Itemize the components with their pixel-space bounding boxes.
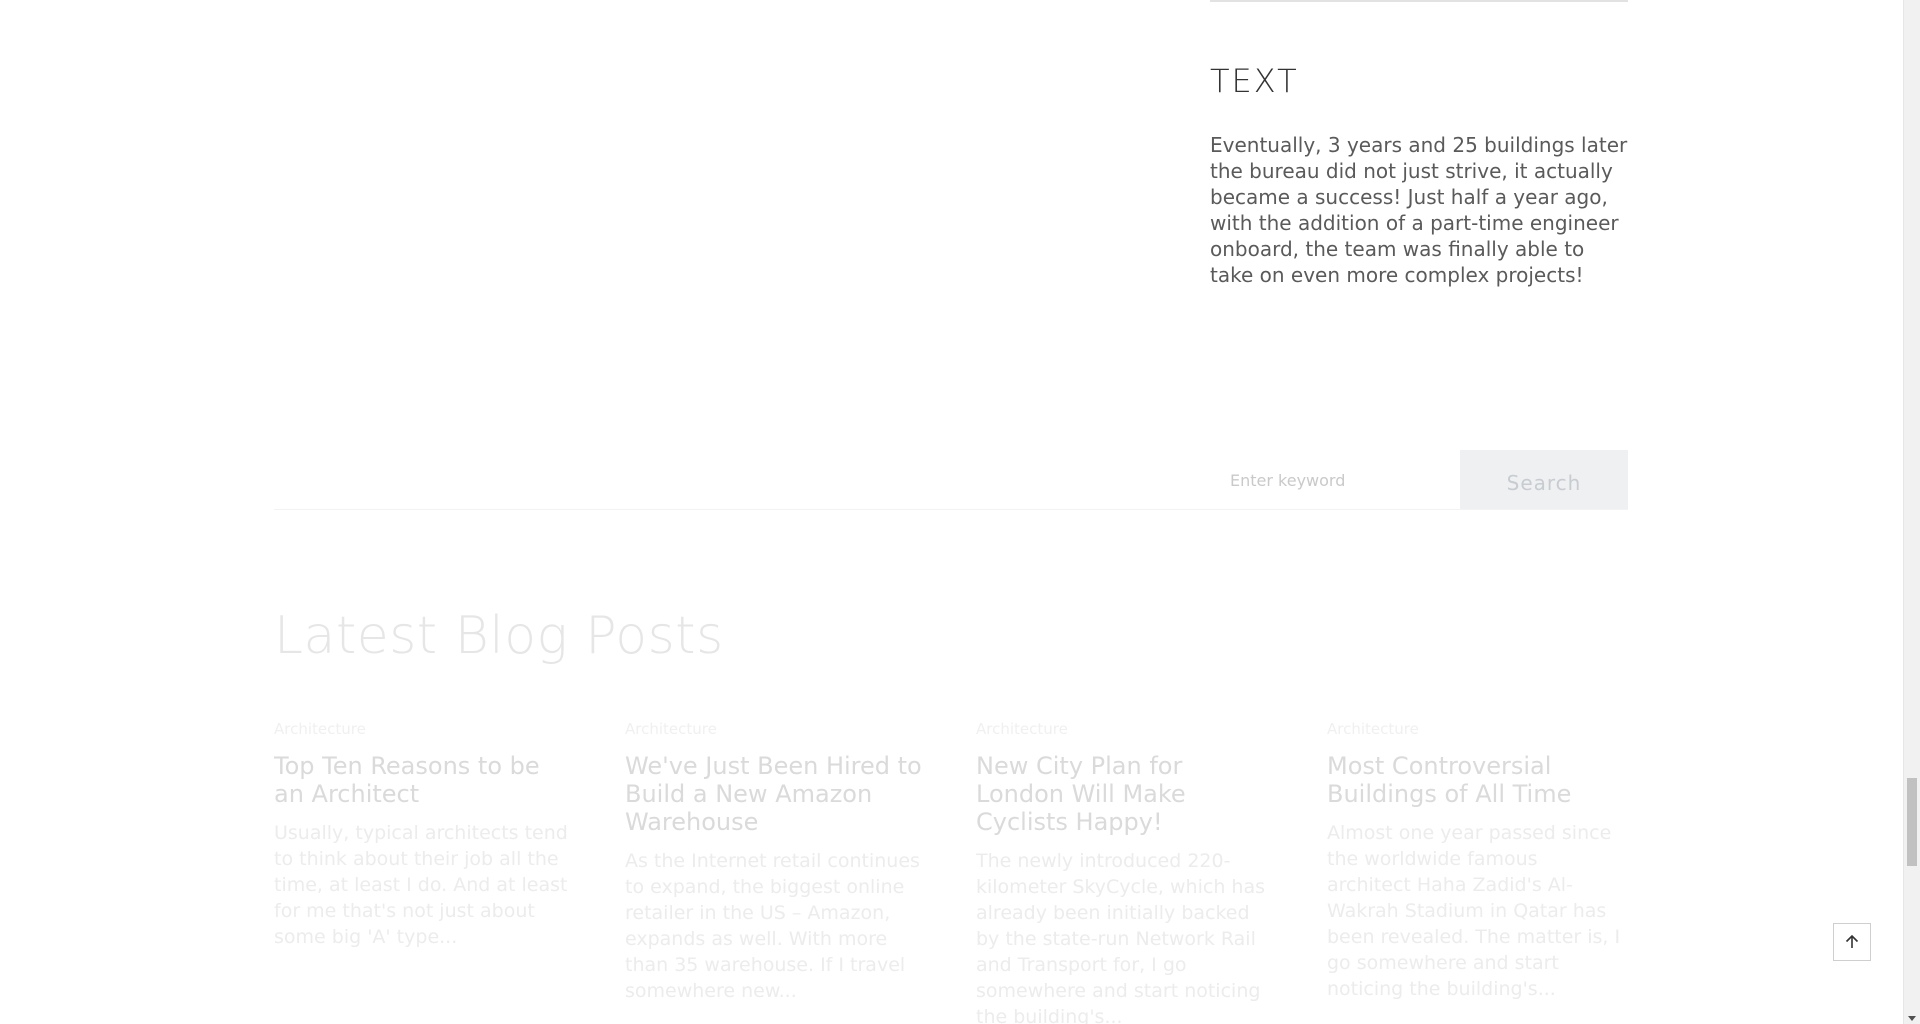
post-category-link[interactable]: Architecture (1327, 720, 1627, 738)
post-title-link[interactable]: Top Ten Reasons to be an Architect (274, 752, 574, 808)
post-title-link[interactable]: We've Just Been Hired to Build a New Ama… (625, 752, 925, 836)
post-title-link[interactable]: Most Controversial Buildings of All Time (1327, 752, 1627, 808)
post-title-link[interactable]: New City Plan for London Will Make Cycli… (976, 752, 1276, 836)
page: TEXT Eventually, 3 years and 25 building… (0, 0, 1920, 1024)
post-excerpt: Almost one year passed since the worldwi… (1327, 822, 1621, 1000)
arrow-up-icon (1845, 934, 1859, 948)
blog-post-card: Architecture Top Ten Reasons to be an Ar… (274, 720, 574, 950)
post-category-link[interactable]: Architecture (625, 720, 925, 738)
blog-post-card: Architecture We've Just Been Hired to Bu… (625, 720, 925, 1004)
post-category-link[interactable]: Architecture (976, 720, 1276, 738)
post-category-link[interactable]: Architecture (274, 720, 574, 738)
widget-title: TEXT (1210, 62, 1299, 100)
blog-section-title: Latest Blog Posts (274, 606, 724, 666)
blog-post-card: Architecture Most Controversial Building… (1327, 720, 1627, 1002)
blog-posts-list: Architecture Top Ten Reasons to be an Ar… (274, 720, 1628, 1024)
post-excerpt: The newly introduced 220-kilometer SkyCy… (976, 850, 1265, 1024)
scroll-down-arrow-icon[interactable] (1908, 1016, 1916, 1021)
section-divider (274, 509, 1628, 510)
search-form: Search (1210, 450, 1628, 510)
blog-post-card: Architecture New City Plan for London Wi… (976, 720, 1276, 1024)
scrollbar-thumb[interactable] (1907, 778, 1917, 866)
widget-divider (1210, 0, 1628, 2)
search-input[interactable] (1210, 450, 1460, 510)
page-scrollbar[interactable] (1903, 0, 1920, 1024)
post-excerpt: As the Internet retail continues to expa… (625, 850, 920, 1002)
post-excerpt: Usually, typical architects tend to thin… (274, 822, 568, 948)
back-to-top-button[interactable] (1833, 923, 1871, 961)
widget-text: Eventually, 3 years and 25 buildings lat… (1210, 133, 1628, 287)
search-button[interactable]: Search (1460, 450, 1628, 510)
